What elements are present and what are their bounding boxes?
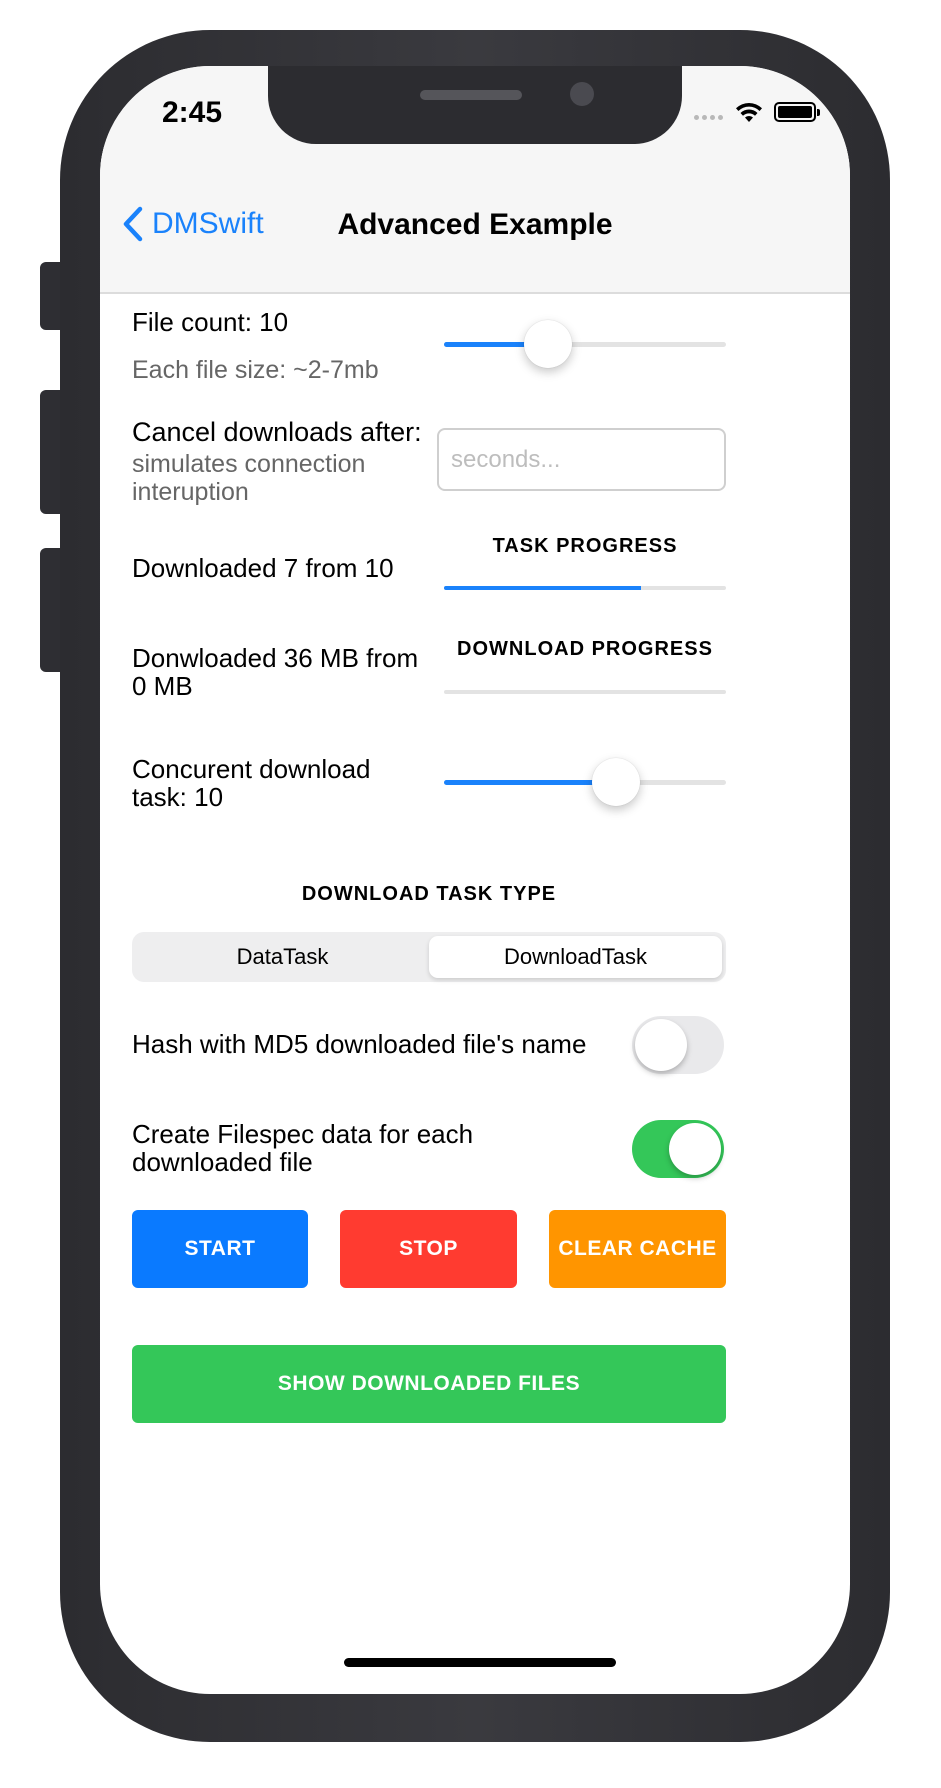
segment-downloadtask[interactable]: DownloadTask (429, 936, 722, 978)
download-progress-bar (444, 690, 726, 694)
clear-cache-button[interactable]: CLEAR CACHE (549, 1210, 726, 1288)
download-progress-caption: DOWNLOAD PROGRESS (457, 638, 713, 660)
downloaded-size-label-line2: 0 MB (132, 671, 193, 701)
file-count-slider-thumb[interactable] (524, 320, 573, 368)
file-count-label: File count: 10 (132, 307, 289, 337)
filespec-label-line2: downloaded file (132, 1147, 313, 1177)
status-time: 2:45 (162, 96, 223, 129)
phone-screen: 2:45 DMSwift Advanced Example File count… (100, 66, 850, 1694)
task-type-segmented-control[interactable]: DataTask DownloadTask (132, 932, 726, 982)
start-button[interactable]: START (132, 1210, 308, 1288)
cancel-downloads-sublabel-line2: interuption (132, 478, 249, 506)
speaker-grille (420, 90, 522, 100)
concurrent-tasks-slider-thumb[interactable] (592, 758, 641, 806)
md5-hash-toggle-knob (635, 1019, 687, 1071)
file-size-label: Each file size: ~2-7mb (132, 356, 379, 384)
cancel-seconds-input[interactable] (437, 428, 726, 491)
task-progress-caption: TASK PROGRESS (492, 535, 678, 557)
wifi-icon (736, 102, 762, 122)
page-title: Advanced Example (337, 208, 613, 241)
concurrent-tasks-slider-fill (444, 780, 617, 785)
downloaded-count-label: Downloaded 7 from 10 (132, 553, 394, 583)
show-downloaded-files-button[interactable]: SHOW DOWNLOADED FILES (132, 1345, 726, 1423)
file-count-slider[interactable] (444, 320, 726, 368)
home-indicator (344, 1658, 616, 1667)
signal-icon (694, 115, 723, 120)
front-camera (570, 82, 594, 106)
battery-icon (774, 102, 820, 122)
md5-hash-label: Hash with MD5 downloaded file's name (132, 1029, 587, 1059)
filespec-toggle-knob (669, 1123, 721, 1175)
md5-hash-toggle[interactable] (632, 1016, 724, 1074)
concurrent-tasks-slider[interactable] (444, 758, 726, 806)
cancel-downloads-label: Cancel downloads after: (132, 417, 422, 447)
task-progress-fill (444, 586, 642, 590)
concurrent-tasks-label-line2: task: 10 (132, 782, 224, 812)
segment-datatask[interactable]: DataTask (136, 936, 429, 978)
download-task-type-caption: DOWNLOAD TASK TYPE (301, 883, 557, 905)
navigation-bar: DMSwift Advanced Example (100, 146, 850, 294)
filespec-toggle[interactable] (632, 1120, 724, 1178)
stop-button[interactable]: STOP (340, 1210, 517, 1288)
notch (268, 66, 682, 144)
task-progress-bar (444, 586, 726, 590)
